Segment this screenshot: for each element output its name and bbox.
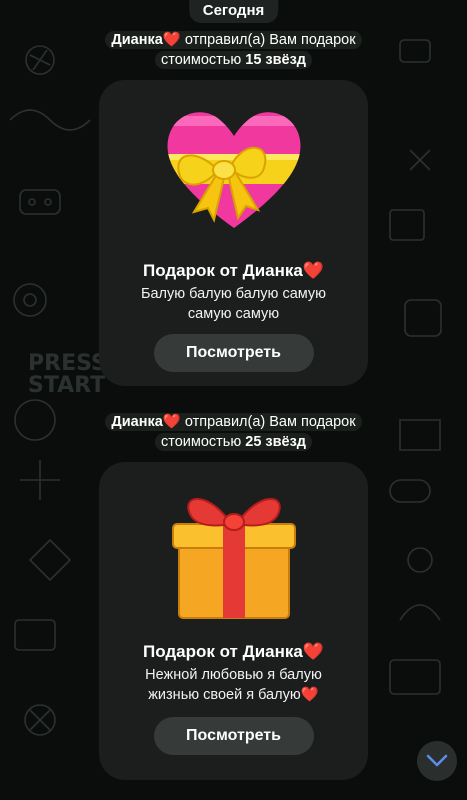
gift-title: Подарок от Дианка❤️ [99, 261, 368, 281]
heart-emoji-icon: ❤️ [300, 687, 319, 703]
heart-gift-icon [167, 112, 300, 229]
gift-message-line: Балую балую балую самую [140, 286, 327, 302]
gift-card[interactable]: Подарок от Дианка❤️ Балую балую балую са… [99, 80, 368, 386]
gift-service-message: Дианка❤️ отправил(а) Вам подарок стоимос… [54, 412, 414, 452]
gift-message-text: жизнью своей я балую [148, 687, 301, 703]
cost-prefix: стоимостью [160, 434, 242, 450]
gift-message: Нежной любовью я балую жизнью своей я ба… [109, 665, 358, 705]
gift-box-icon [171, 498, 296, 619]
gift-message-line: жизнью своей я балую❤️ [109, 685, 358, 705]
action-text: отправил(а) Вам подарок [184, 32, 356, 48]
cost-prefix: стоимостью [160, 52, 242, 68]
heart-emoji-icon: ❤️ [162, 32, 181, 48]
gift-title: Подарок от Дианка❤️ [99, 642, 368, 662]
sender-name[interactable]: Дианка [111, 414, 162, 430]
cost-value: 25 звёзд [245, 434, 307, 450]
gift-message-line: самую самую [109, 304, 358, 324]
heart-emoji-icon: ❤️ [162, 414, 181, 430]
svg-text:START: START [28, 373, 105, 398]
heart-emoji-icon: ❤️ [302, 261, 325, 280]
date-separator: Сегодня [188, 0, 279, 23]
action-text: отправил(а) Вам подарок [184, 414, 356, 430]
view-gift-button[interactable]: Посмотреть [153, 334, 314, 372]
gift-message: Балую балую балую самую самую самую [109, 284, 358, 324]
gift-title-text: Подарок от Дианка [142, 642, 303, 661]
gift-card[interactable]: Подарок от Дианка❤️ Нежной любовью я бал… [99, 462, 368, 780]
sender-name[interactable]: Дианка [111, 32, 162, 48]
gift-message-text: самую самую [187, 306, 280, 322]
heart-emoji-icon: ❤️ [302, 642, 325, 661]
view-gift-button[interactable]: Посмотреть [153, 717, 314, 755]
gift-title-text: Подарок от Дианка [142, 261, 303, 280]
scroll-to-bottom-button[interactable] [417, 741, 457, 781]
chevron-down-icon [426, 754, 448, 767]
gift-message-line: Нежной любовью я балую [145, 667, 322, 683]
cost-value: 15 звёзд [245, 52, 307, 68]
gift-service-message: Дианка❤️ отправил(а) Вам подарок стоимос… [54, 30, 414, 70]
